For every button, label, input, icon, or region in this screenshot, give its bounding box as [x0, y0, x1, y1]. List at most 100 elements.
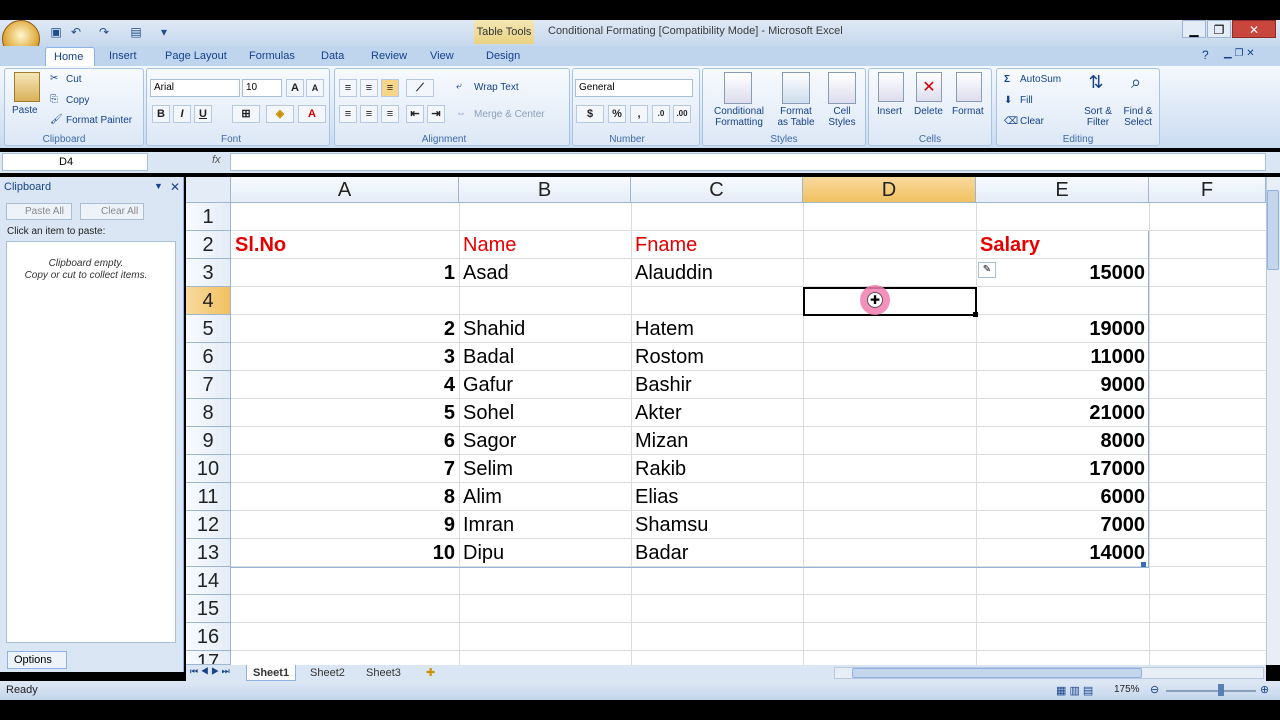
cell-fname[interactable]: Elias: [635, 483, 795, 511]
autosum-button[interactable]: AutoSum: [1020, 74, 1061, 85]
clear-button[interactable]: Clear: [1020, 116, 1044, 127]
select-all-corner[interactable]: [186, 177, 231, 203]
format-painter-icon[interactable]: 🖌: [50, 114, 63, 125]
row-header-11[interactable]: 11: [186, 483, 231, 511]
row-header-7[interactable]: 7: [186, 371, 231, 399]
horizontal-scroll-thumb[interactable]: [852, 668, 1142, 678]
format-as-table-button[interactable]: Format as Table: [770, 106, 822, 128]
find-select-icon[interactable]: ⌕: [1122, 72, 1150, 104]
row-header-14[interactable]: 14: [186, 567, 231, 595]
row-header-10[interactable]: 10: [186, 455, 231, 483]
column-header-d[interactable]: D: [803, 177, 976, 203]
fill-handle[interactable]: [973, 312, 978, 317]
wrap-text-button[interactable]: Wrap Text: [474, 82, 519, 93]
column-header-b[interactable]: B: [459, 177, 631, 203]
cell-salary[interactable]: 11000: [980, 343, 1145, 371]
number-format-select[interactable]: General: [575, 79, 693, 97]
help-icon[interactable]: ?: [1202, 48, 1209, 62]
sheet-tab-2[interactable]: Sheet2: [304, 665, 351, 681]
cell-slno[interactable]: 6: [231, 427, 455, 455]
autosum-icon[interactable]: Σ: [1004, 74, 1010, 85]
clear-all-button[interactable]: Clear All: [80, 203, 144, 220]
increase-indent-icon[interactable]: ⇥: [427, 105, 445, 123]
borders-icon[interactable]: ⊞: [232, 105, 260, 123]
tab-home[interactable]: Home: [45, 47, 95, 67]
cell-salary[interactable]: 9000: [980, 371, 1146, 399]
percent-button[interactable]: %: [608, 105, 626, 123]
name-box[interactable]: D4: [2, 153, 148, 171]
sheet-tab-1[interactable]: Sheet1: [246, 665, 297, 681]
cell-fname[interactable]: Bashir: [635, 371, 795, 399]
tab-page-layout[interactable]: Page Layout: [157, 47, 235, 67]
tab-review[interactable]: Review: [363, 47, 415, 67]
header-name[interactable]: Name: [463, 231, 516, 259]
header-salary[interactable]: Salary: [980, 231, 1040, 259]
cell-name[interactable]: Selim: [463, 455, 623, 483]
insert-cells-icon[interactable]: [878, 72, 904, 102]
row-header-15[interactable]: 15: [186, 595, 231, 623]
align-left-icon[interactable]: ≡: [339, 105, 357, 123]
close-icon[interactable]: ✕: [1232, 20, 1276, 38]
zoom-slider-thumb[interactable]: [1218, 684, 1224, 696]
header-slno[interactable]: Sl.No: [235, 231, 286, 259]
undo-icon[interactable]: ↶: [68, 24, 84, 40]
cell-slno[interactable]: 7: [231, 455, 455, 483]
ribbon-minimize-icon[interactable]: ▁ ❐ ✕: [1224, 48, 1255, 59]
delete-cells-button[interactable]: Delete: [914, 106, 943, 117]
tab-view[interactable]: View: [422, 47, 462, 67]
cell-salary[interactable]: 6000: [980, 483, 1146, 511]
row-header-12[interactable]: 12: [186, 511, 231, 539]
sort-filter-button[interactable]: Sort & Filter: [1078, 106, 1118, 128]
orientation-icon[interactable]: ⟋: [406, 79, 434, 97]
cell-slno[interactable]: 8: [231, 483, 455, 511]
font-name-select[interactable]: Arial: [150, 79, 240, 97]
format-painter-button[interactable]: Format Painter: [66, 115, 132, 126]
currency-icon[interactable]: $: [576, 105, 604, 123]
sheet-tab-3[interactable]: Sheet3: [360, 665, 407, 681]
column-header-e[interactable]: E: [976, 177, 1149, 203]
cell-slno[interactable]: 10: [231, 539, 455, 567]
row-header-16[interactable]: 16: [186, 623, 231, 651]
cell-fname[interactable]: Alauddin: [635, 259, 795, 287]
zoom-slider[interactable]: [1166, 690, 1256, 692]
row-header-6[interactable]: 6: [186, 343, 231, 371]
row-header-5[interactable]: 5: [186, 315, 231, 343]
italic-button[interactable]: I: [173, 105, 191, 123]
column-header-f[interactable]: F: [1149, 177, 1266, 203]
formula-input[interactable]: [230, 153, 1266, 171]
column-header-a[interactable]: A: [231, 177, 459, 203]
cell-slno[interactable]: 3: [231, 343, 455, 371]
cut-icon[interactable]: ✂: [50, 73, 58, 84]
cell-fname[interactable]: Hatem: [635, 315, 795, 343]
copy-icon[interactable]: ⎘: [50, 94, 58, 105]
fill-button[interactable]: Fill: [1020, 95, 1033, 106]
redo-icon[interactable]: ↷: [96, 24, 112, 40]
cell-fname[interactable]: Shamsu: [635, 511, 795, 539]
cell-name[interactable]: Asad: [463, 259, 623, 287]
cell-salary[interactable]: [980, 287, 1145, 315]
zoom-in-icon[interactable]: ⊕: [1260, 683, 1269, 696]
fill-icon[interactable]: ⬇: [1004, 95, 1012, 106]
tab-data[interactable]: Data: [313, 47, 352, 67]
row-header-2[interactable]: 2: [186, 231, 231, 259]
cell-name[interactable]: Shahid: [463, 315, 623, 343]
paste-all-button[interactable]: Paste All: [6, 203, 72, 220]
decrease-decimal-icon[interactable]: .00: [673, 105, 691, 123]
pane-menu-icon[interactable]: ▼: [154, 181, 163, 191]
column-header-c[interactable]: C: [631, 177, 803, 203]
tab-formulas[interactable]: Formulas: [241, 47, 303, 67]
cell-name[interactable]: Sohel: [463, 399, 623, 427]
delete-cells-icon[interactable]: ✕: [916, 72, 942, 102]
merge-center-button[interactable]: Merge & Center: [474, 109, 545, 120]
align-top-icon[interactable]: ≡: [339, 79, 357, 97]
row-header-8[interactable]: 8: [186, 399, 231, 427]
cell-name[interactable]: Sagor: [463, 427, 623, 455]
cell-name[interactable]: [463, 287, 623, 315]
find-select-button[interactable]: Find & Select: [1118, 106, 1158, 128]
zoom-level[interactable]: 175%: [1114, 684, 1140, 695]
clear-icon[interactable]: ⌫: [1004, 116, 1018, 127]
row-header-9[interactable]: 9: [186, 427, 231, 455]
sort-filter-icon[interactable]: ⇅: [1082, 72, 1110, 104]
cell-salary[interactable]: 17000: [980, 455, 1145, 483]
bold-button[interactable]: B: [152, 105, 170, 123]
